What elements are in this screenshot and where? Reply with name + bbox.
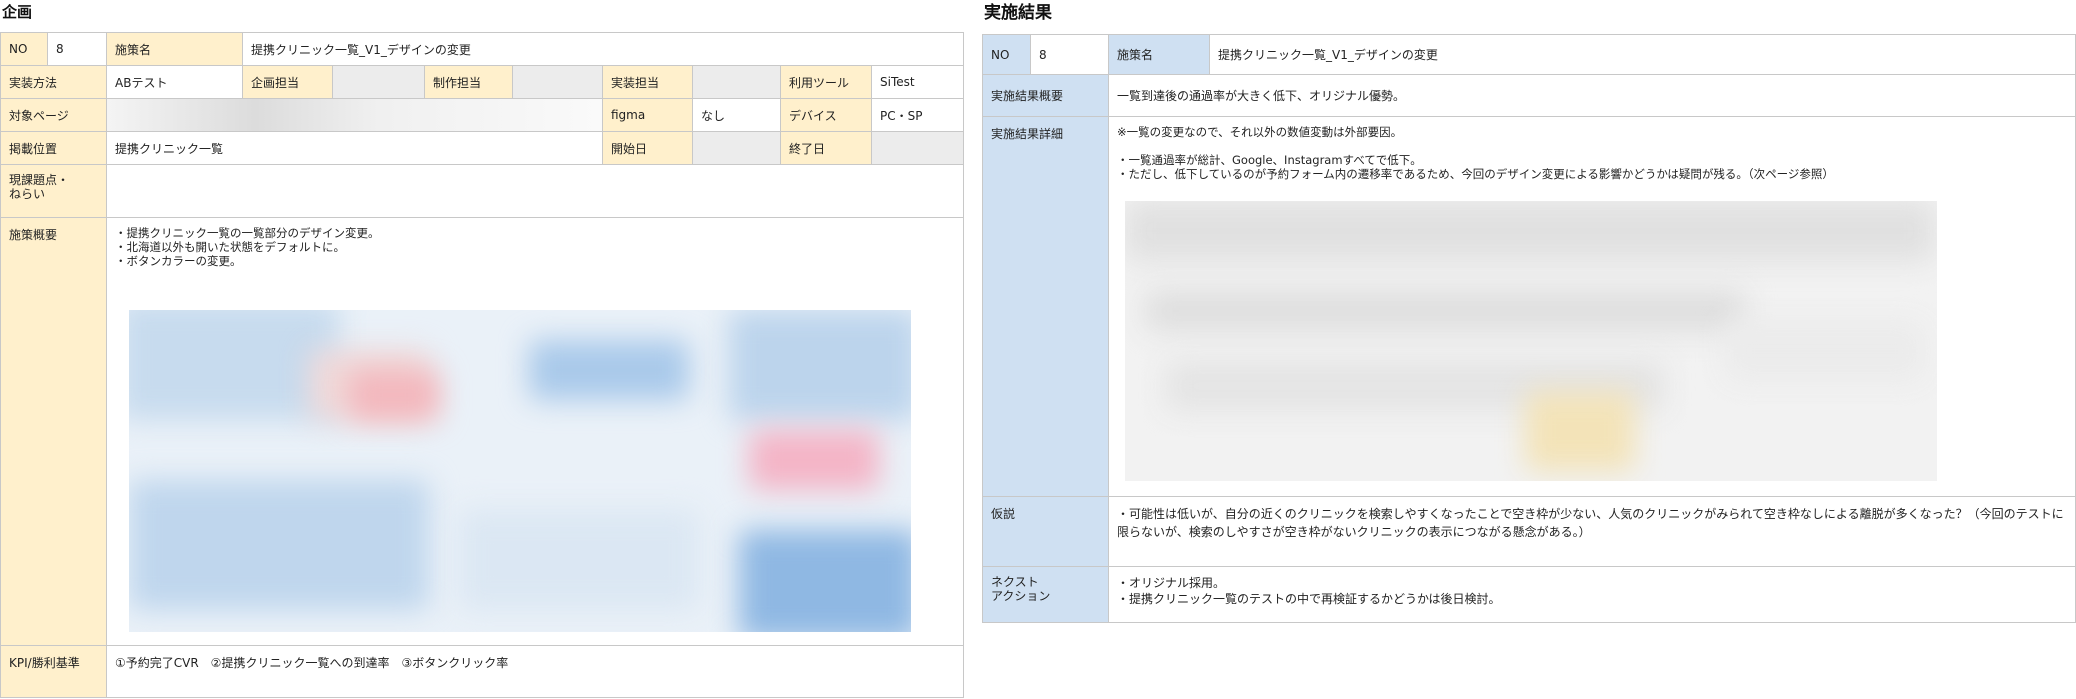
summary-text: ・提携クリニック一覧の一覧部分のデザイン変更。 ・北海道以外も開いた状態をデフォ… bbox=[115, 226, 380, 268]
implementer-label: 実装担当 bbox=[602, 66, 692, 98]
result-panel: 実施結果 NO 8 施策名 提携クリニック一覧_V1_デザインの変更 実施結果概… bbox=[982, 0, 2076, 680]
result-chart-image-blurred bbox=[1125, 201, 1937, 481]
next-value[interactable]: ・オリジナル採用。 ・提携クリニック一覧のテストの中で再検証するかどうかは後日検… bbox=[1108, 567, 2076, 622]
summary-label: 施策概要 bbox=[0, 218, 106, 645]
device-value[interactable]: PC・SP bbox=[871, 99, 964, 131]
end-date-label: 終了日 bbox=[780, 132, 871, 164]
planner-label: 企画担当 bbox=[242, 66, 332, 98]
plan-row-kpi: KPI/勝利基準 ①予約完了CVR ②提携クリニック一覧への到達率 ③ボタンクリ… bbox=[0, 646, 964, 698]
result-measure-name-value[interactable]: 提携クリニック一覧_V1_デザインの変更 bbox=[1209, 35, 2076, 74]
summary-cell[interactable]: ・提携クリニック一覧の一覧部分のデザイン変更。 ・北海道以外も開いた状態をデフォ… bbox=[106, 218, 964, 645]
tool-label: 利用ツール bbox=[780, 66, 871, 98]
implementer-value[interactable] bbox=[692, 66, 780, 98]
hypothesis-label: 仮説 bbox=[982, 497, 1108, 566]
planner-value[interactable] bbox=[332, 66, 424, 98]
issues-value[interactable] bbox=[106, 165, 964, 217]
next-label: ネクスト アクション bbox=[982, 567, 1108, 622]
result-row-next: ネクスト アクション ・オリジナル採用。 ・提携クリニック一覧のテストの中で再検… bbox=[982, 567, 2076, 623]
plan-panel: 企画 NO 8 施策名 提携クリニック一覧_V1_デザインの変更 実装方法 AB… bbox=[0, 0, 964, 699]
issues-label: 現課題点・ ねらい bbox=[0, 165, 106, 217]
plan-table: NO 8 施策名 提携クリニック一覧_V1_デザインの変更 実装方法 ABテスト… bbox=[0, 32, 964, 698]
figma-label: figma bbox=[602, 99, 692, 131]
method-label: 実装方法 bbox=[0, 66, 106, 98]
result-row-no: NO 8 施策名 提携クリニック一覧_V1_デザインの変更 bbox=[982, 35, 2076, 75]
no-label: NO bbox=[0, 33, 47, 65]
design-mockup-image-blurred bbox=[129, 310, 911, 632]
kpi-value[interactable]: ①予約完了CVR ②提携クリニック一覧への到達率 ③ボタンクリック率 bbox=[106, 646, 964, 697]
hypothesis-value[interactable]: ・可能性は低いが、自分の近くのクリニックを検索しやすくなったことで空き枠が少ない… bbox=[1108, 497, 2076, 566]
producer-label: 制作担当 bbox=[424, 66, 512, 98]
result-no-label: NO bbox=[982, 35, 1030, 74]
result-row-detail: 実施結果詳細 ※一覧の変更なので、それ以外の数値変動は外部要因。 ・一覧通過率が… bbox=[982, 117, 2076, 497]
hypothesis-text: ・可能性は低いが、自分の近くのクリニックを検索しやすくなったことで空き枠が少ない… bbox=[1117, 507, 2064, 539]
position-label: 掲載位置 bbox=[0, 132, 106, 164]
producer-value[interactable] bbox=[512, 66, 602, 98]
plan-row-issues: 現課題点・ ねらい bbox=[0, 165, 964, 218]
start-date-label: 開始日 bbox=[602, 132, 692, 164]
measure-name-label: 施策名 bbox=[106, 33, 242, 65]
tool-value[interactable]: SiTest bbox=[871, 66, 964, 98]
method-value[interactable]: ABテスト bbox=[106, 66, 242, 98]
result-row-overview: 実施結果概要 一覧到達後の通過率が大きく低下、オリジナル優勢。 bbox=[982, 75, 2076, 117]
target-page-value-blurred[interactable] bbox=[106, 99, 602, 131]
result-no-value[interactable]: 8 bbox=[1030, 35, 1108, 74]
start-date-value[interactable] bbox=[692, 132, 780, 164]
plan-row-no: NO 8 施策名 提携クリニック一覧_V1_デザインの変更 bbox=[0, 33, 964, 66]
detail-text: ※一覧の変更なので、それ以外の数値変動は外部要因。 ・一覧通過率が総計、Goog… bbox=[1117, 125, 1834, 181]
plan-row-position: 掲載位置 提携クリニック一覧 開始日 終了日 bbox=[0, 132, 964, 165]
measure-name-value[interactable]: 提携クリニック一覧_V1_デザインの変更 bbox=[242, 33, 964, 65]
plan-row-target: 対象ページ figma なし デバイス PC・SP bbox=[0, 99, 964, 132]
result-title: 実施結果 bbox=[984, 3, 1052, 23]
plan-row-summary: 施策概要 ・提携クリニック一覧の一覧部分のデザイン変更。 ・北海道以外も開いた状… bbox=[0, 218, 964, 646]
kpi-label: KPI/勝利基準 bbox=[0, 646, 106, 697]
overview-label: 実施結果概要 bbox=[982, 75, 1108, 116]
detail-cell[interactable]: ※一覧の変更なので、それ以外の数値変動は外部要因。 ・一覧通過率が総計、Goog… bbox=[1108, 117, 2076, 496]
result-measure-name-label: 施策名 bbox=[1108, 35, 1209, 74]
result-row-hypothesis: 仮説 ・可能性は低いが、自分の近くのクリニックを検索しやすくなったことで空き枠が… bbox=[982, 497, 2076, 567]
detail-label: 実施結果詳細 bbox=[982, 117, 1108, 496]
overview-value[interactable]: 一覧到達後の通過率が大きく低下、オリジナル優勢。 bbox=[1108, 75, 2076, 116]
no-value[interactable]: 8 bbox=[47, 33, 106, 65]
result-table: NO 8 施策名 提携クリニック一覧_V1_デザインの変更 実施結果概要 一覧到… bbox=[982, 34, 2076, 623]
target-page-label: 対象ページ bbox=[0, 99, 106, 131]
figma-value[interactable]: なし bbox=[692, 99, 780, 131]
plan-row-method: 実装方法 ABテスト 企画担当 制作担当 実装担当 利用ツール SiTest bbox=[0, 66, 964, 99]
end-date-value[interactable] bbox=[871, 132, 964, 164]
plan-title: 企画 bbox=[2, 3, 33, 21]
device-label: デバイス bbox=[780, 99, 871, 131]
position-value[interactable]: 提携クリニック一覧 bbox=[106, 132, 602, 164]
